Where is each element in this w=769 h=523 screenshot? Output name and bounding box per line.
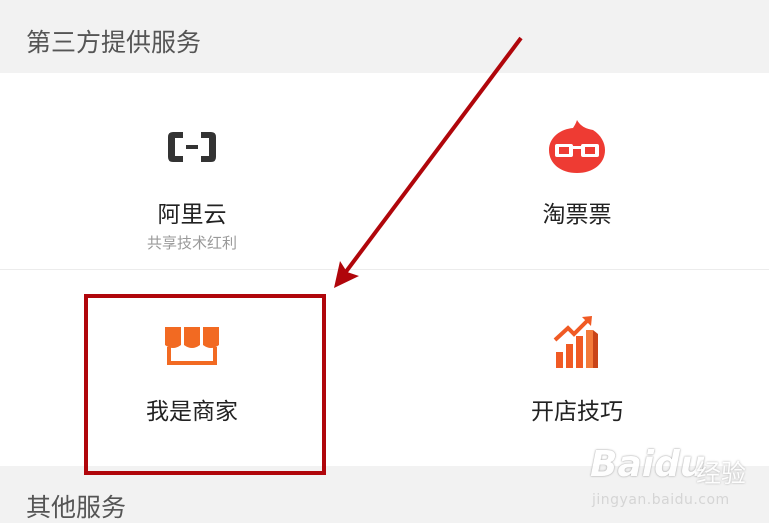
service-tile-taopiaopiao[interactable]: 淘票票 [385,73,769,269]
service-name: 阿里云 [157,202,227,228]
aliyun-logo-icon [168,132,216,162]
watermark-logo: Baidu [590,444,706,485]
baidu-jingyan-watermark: Baidu 经验 jingyan.baidu.com [584,440,769,520]
section-title: 其他服务 [26,493,127,522]
service-tile-shop-tips[interactable]: 开店技巧 [385,270,769,466]
service-description: 共享技术红利 [146,234,237,252]
growth-chart-icon [553,316,598,368]
annotation-highlight-box [84,294,326,475]
service-name: 开店技巧 [531,399,623,425]
service-tile-aliyun[interactable]: 阿里云 共享技术红利 [0,73,384,269]
watermark-url: jingyan.baidu.com [592,492,730,508]
taopiaopiao-glasses-icon [549,120,605,173]
section-title: 第三方提供服务 [26,28,202,57]
watermark-label: 经验 [696,459,747,488]
service-name: 淘票票 [542,202,612,228]
